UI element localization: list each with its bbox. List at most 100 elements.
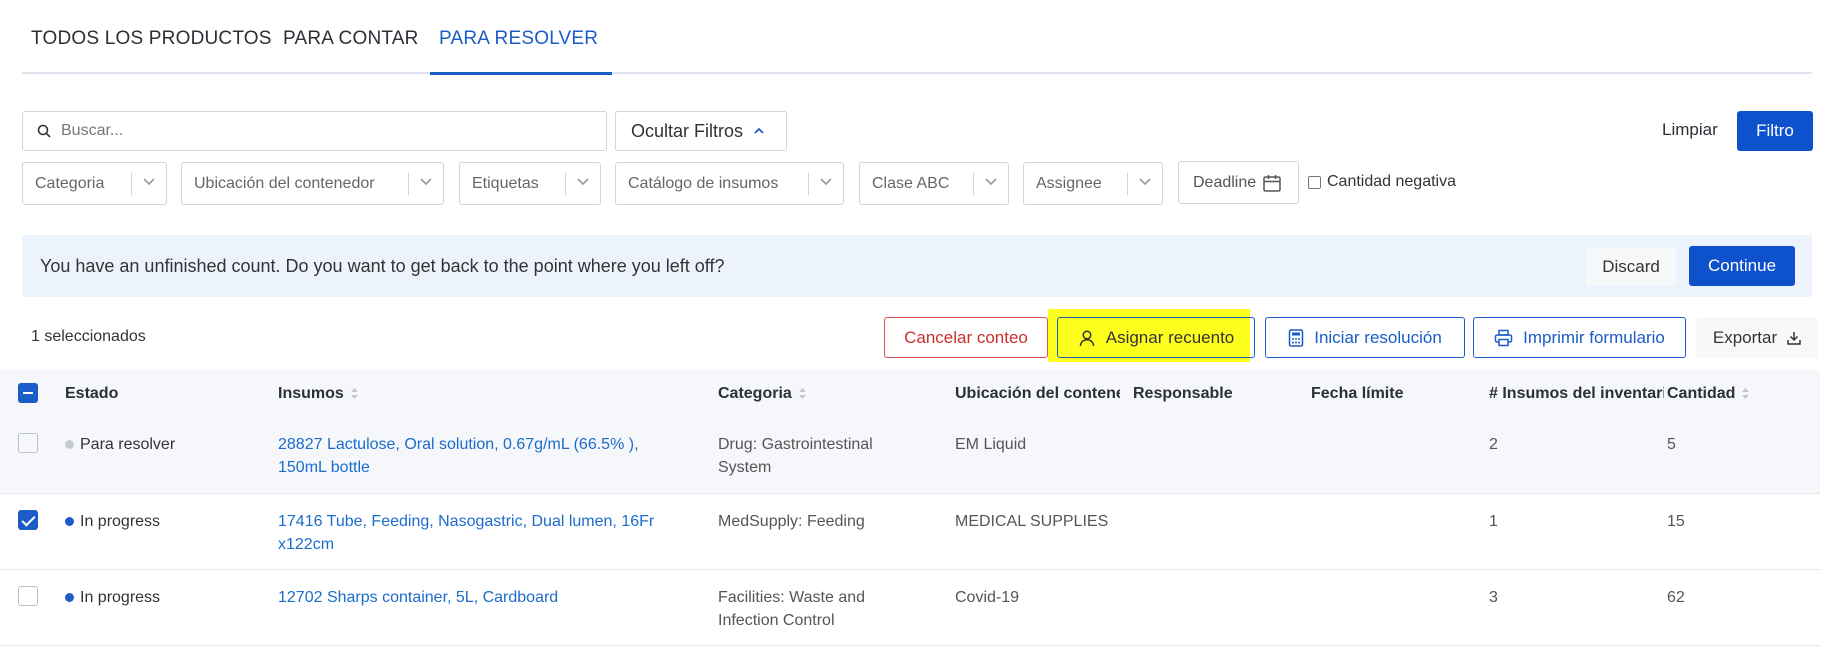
filter-container-location-select[interactable]: Ubicación del contenedor — [181, 162, 444, 205]
filter-tags-select[interactable]: Etiquetas — [459, 162, 601, 205]
row-location: Covid-19 — [955, 589, 1020, 606]
user-icon — [1079, 329, 1094, 346]
tab-to-count[interactable]: PARA CONTAR — [283, 28, 419, 50]
filter-button[interactable]: Filtro — [1737, 111, 1813, 151]
calculator-icon — [1288, 328, 1304, 347]
assign-recount-label: Asignar recuento — [1105, 327, 1235, 347]
select-label: Etiquetas — [472, 174, 539, 192]
tab-all-products[interactable]: TODOS LOS PRODUCTOS — [31, 28, 272, 50]
divider — [973, 173, 974, 195]
column-header-status[interactable]: Estado — [65, 385, 118, 403]
search-box — [22, 111, 607, 151]
download-icon — [1787, 331, 1801, 345]
continue-button[interactable]: Continue — [1689, 246, 1795, 286]
row-checkbox[interactable] — [18, 510, 38, 530]
row-status: In progress — [65, 510, 160, 533]
divider — [1127, 173, 1128, 195]
select-label: Categoria — [35, 174, 105, 192]
status-dot — [65, 517, 74, 526]
row-supply-link[interactable]: 12702 Sharps container, 5L, Cardboard — [278, 586, 558, 609]
row-category: MedSupply: Feeding — [718, 510, 865, 533]
status-dot — [65, 593, 74, 602]
chevron-up-icon — [754, 127, 764, 134]
supply-name-line: 12702 Sharps container, 5L, Cardboard — [278, 589, 559, 606]
divider — [565, 173, 566, 195]
tab-to-resolve[interactable]: PARA RESOLVER — [439, 28, 598, 50]
row-checkbox[interactable] — [18, 433, 38, 453]
negative-quantity-checkbox[interactable] — [1308, 175, 1321, 189]
divider — [408, 173, 409, 195]
category-line: Infection Control — [718, 612, 835, 629]
print-form-button[interactable]: Imprimir formulario — [1473, 317, 1686, 358]
row-location: MEDICAL SUPPLIES — [955, 513, 1109, 530]
row-checkbox[interactable] — [18, 586, 38, 606]
export-label: Exportar — [1712, 327, 1778, 347]
hide-filters-button[interactable]: Ocultar Filtros — [615, 111, 787, 151]
unfinished-count-banner: You have an unfinished count. Do you wan… — [22, 235, 1812, 297]
negative-quantity-toggle[interactable]: Cantidad negativa — [1308, 173, 1456, 191]
row-quantity: 5 — [1667, 436, 1676, 453]
assign-recount-button[interactable]: Asignar recuento — [1057, 317, 1255, 358]
filter-abc-class-select[interactable]: Clase ABC — [859, 162, 1009, 205]
filter-supply-catalog-select[interactable]: Catálogo de insumos — [615, 162, 844, 205]
discard-button[interactable]: Discard — [1586, 248, 1676, 286]
supply-name-line: 17416 Tube, Feeding, Nasogastric, Dual l… — [278, 513, 655, 530]
negative-quantity-label: Cantidad negativa — [1327, 173, 1456, 190]
table-row[interactable]: In progress 17416 Tube, Feeding, Nasogas… — [0, 494, 1820, 570]
select-all-checkbox[interactable] — [18, 383, 38, 403]
chevron-down-icon — [143, 178, 155, 186]
sort-icon — [1742, 388, 1750, 400]
row-supply-link[interactable]: 28827 Lactulose, Oral solution, 0.67g/mL… — [278, 433, 639, 479]
column-header-deadline[interactable]: Fecha límite — [1311, 385, 1403, 403]
supply-name-line: x122cm — [278, 536, 335, 553]
chevron-down-icon — [420, 178, 432, 186]
status-label: In progress — [80, 589, 161, 606]
column-label: Categoria — [718, 385, 792, 402]
cancel-count-button[interactable]: Cancelar conteo — [884, 317, 1048, 358]
row-inventory-items: 2 — [1489, 436, 1498, 453]
selected-count: 1 seleccionados — [31, 328, 146, 345]
deadline-filter[interactable]: Deadline — [1178, 161, 1299, 204]
tab-bar: TODOS LOS PRODUCTOS PARA CONTAR PARA RES… — [22, 0, 1812, 75]
select-label: Catálogo de insumos — [628, 174, 779, 192]
search-input[interactable] — [61, 122, 581, 140]
export-button[interactable]: Exportar — [1696, 317, 1818, 358]
row-category: Drug: Gastrointestinal System — [718, 433, 873, 479]
column-header-supplies[interactable]: Insumos — [278, 385, 359, 403]
column-header-quantity[interactable]: Cantidad — [1667, 385, 1750, 403]
chevron-down-icon — [1139, 178, 1151, 186]
filter-assignee-select[interactable]: Assignee — [1023, 162, 1163, 205]
clear-filters-button[interactable]: Limpiar — [1662, 120, 1718, 140]
filter-category-select[interactable]: Categoria — [22, 162, 167, 205]
table-row[interactable]: Para resolver 28827 Lactulose, Oral solu… — [0, 416, 1820, 494]
row-status: Para resolver — [65, 433, 175, 456]
select-label: Clase ABC — [872, 174, 950, 192]
search-icon — [37, 124, 51, 138]
start-resolution-label: Iniciar resolución — [1314, 327, 1442, 347]
chevron-down-icon — [577, 178, 589, 186]
table-row[interactable]: In progress 12702 Sharps container, 5L, … — [0, 570, 1820, 646]
status-label: Para resolver — [80, 436, 176, 453]
hide-filters-label: Ocultar Filtros — [631, 120, 744, 141]
column-header-container-location[interactable]: Ubicación del contenedor — [955, 385, 1120, 403]
active-tab-indicator — [430, 72, 612, 75]
column-header-inventory-items[interactable]: # Insumos del inventario — [1489, 385, 1664, 403]
select-label: Ubicación del contenedor — [194, 174, 375, 192]
chevron-down-icon — [820, 178, 832, 186]
category-line: Facilities: Waste and — [718, 589, 866, 606]
row-quantity: 62 — [1667, 589, 1685, 606]
row-status: In progress — [65, 586, 160, 609]
supply-name-line: 28827 Lactulose, Oral solution, 0.67g/mL… — [278, 436, 639, 453]
print-form-label: Imprimir formulario — [1523, 327, 1665, 347]
printer-icon — [1494, 329, 1513, 346]
column-header-category[interactable]: Categoria — [718, 385, 807, 403]
start-resolution-button[interactable]: Iniciar resolución — [1265, 317, 1465, 358]
supply-name-line: 150mL bottle — [278, 459, 370, 476]
column-header-responsible[interactable]: Responsable — [1133, 385, 1233, 403]
chevron-down-icon — [985, 178, 997, 186]
row-supply-link[interactable]: 17416 Tube, Feeding, Nasogastric, Dual l… — [278, 510, 654, 556]
row-inventory-items: 3 — [1489, 589, 1498, 606]
category-line: System — [718, 459, 772, 476]
row-category: Facilities: Waste and Infection Control — [718, 586, 865, 632]
divider — [131, 173, 132, 195]
